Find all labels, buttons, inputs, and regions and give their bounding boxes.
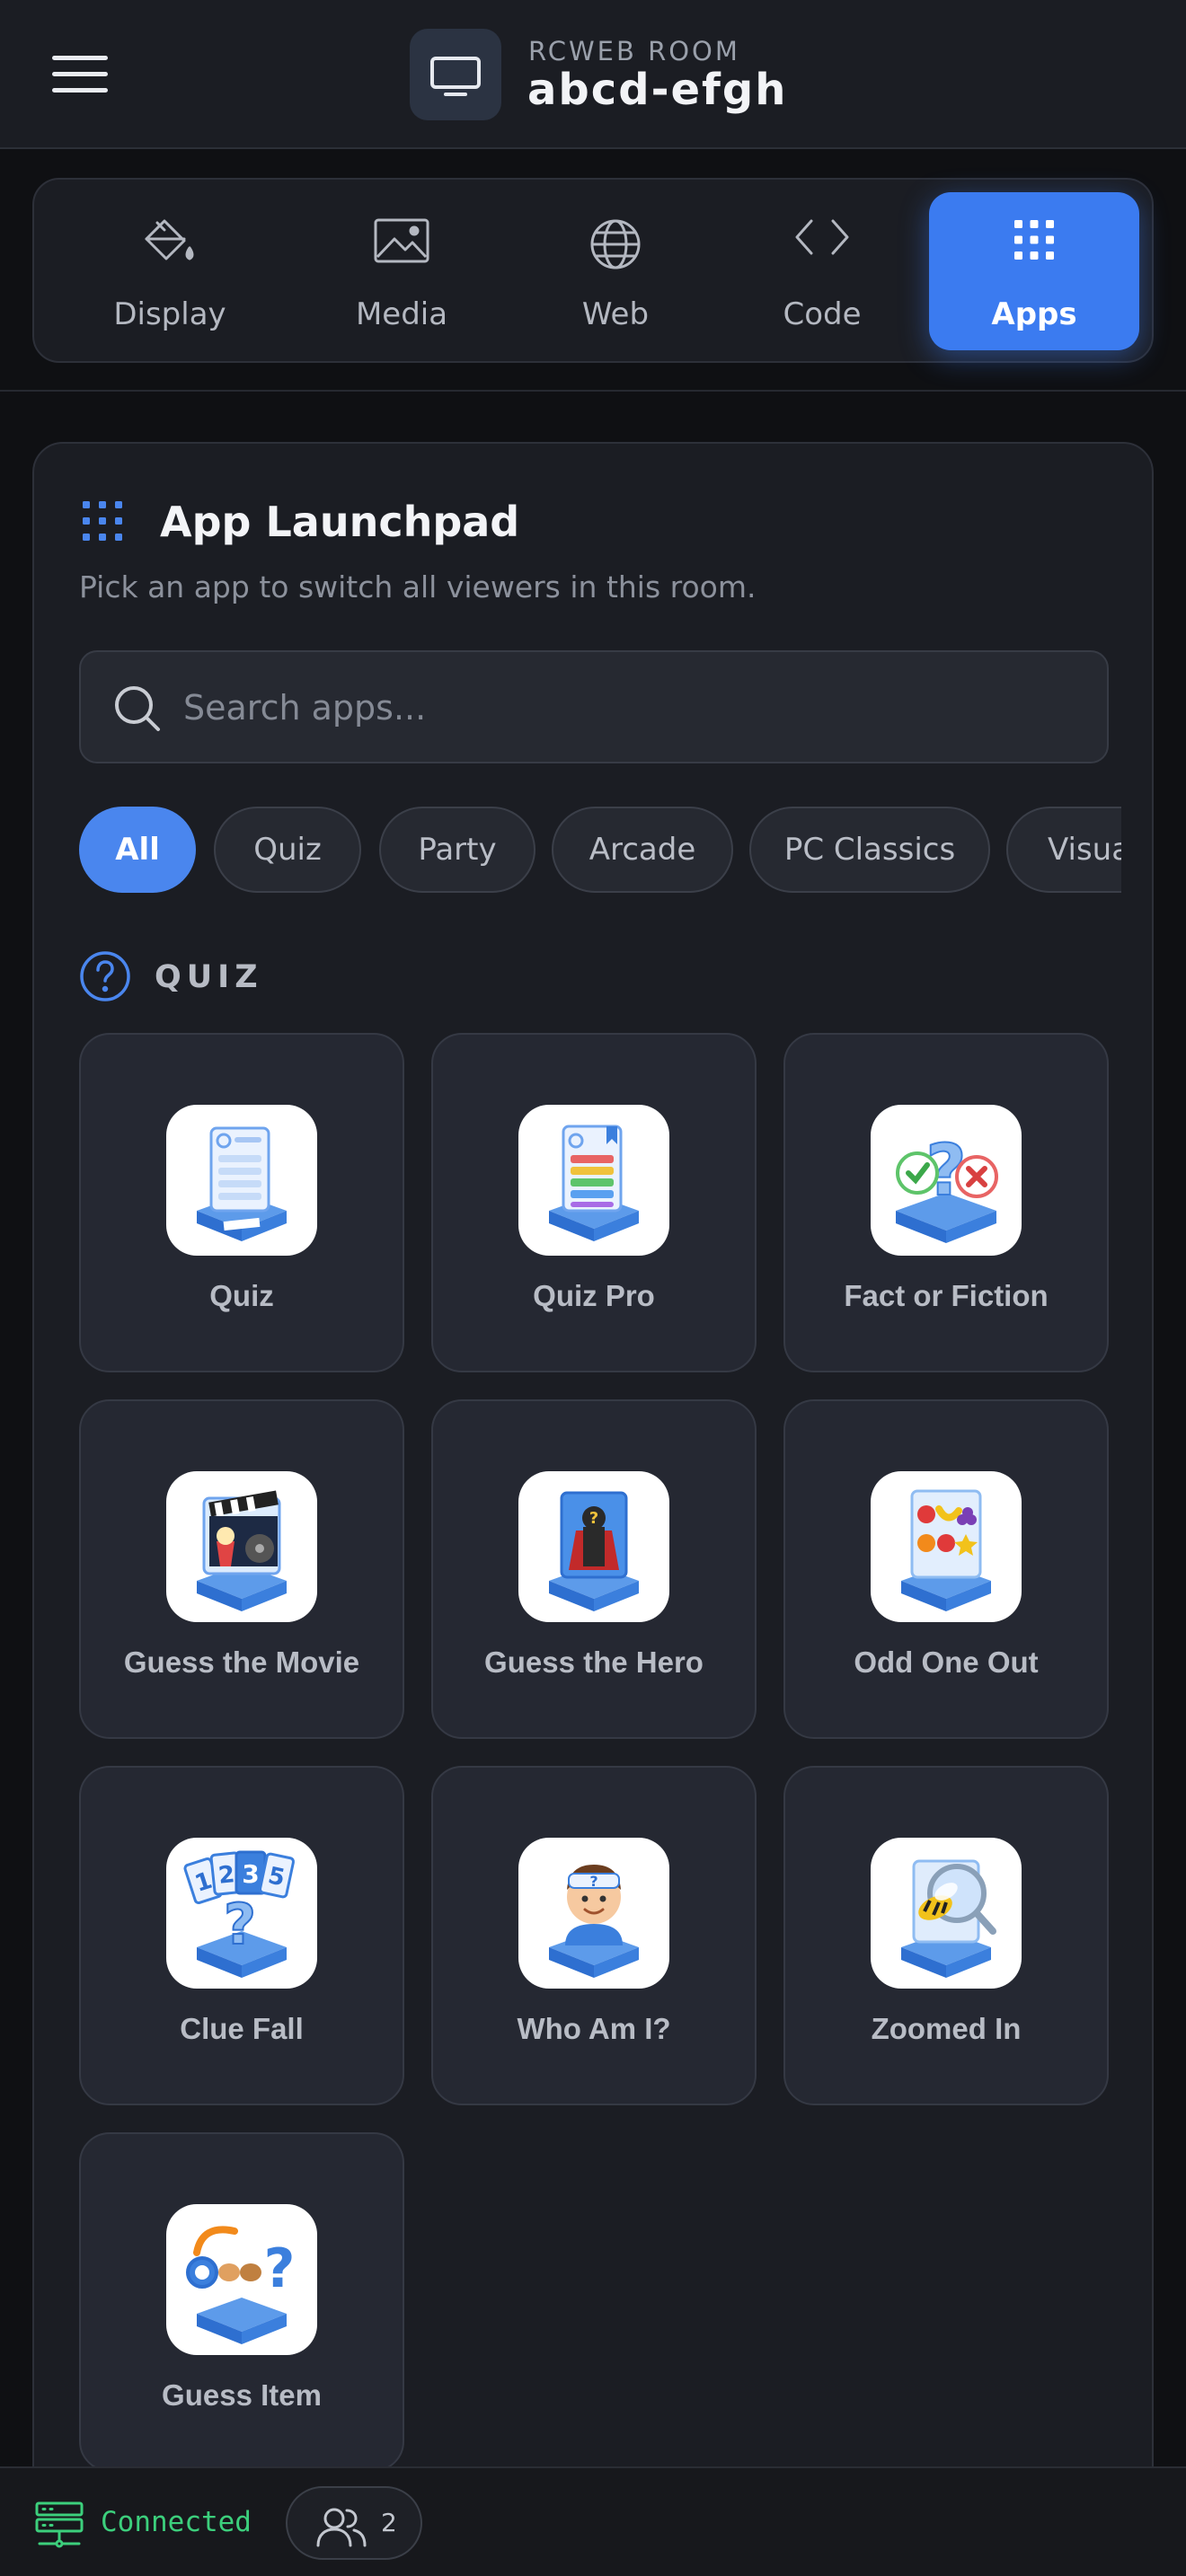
section-title: QUIZ <box>155 959 263 995</box>
app-name: Quiz <box>209 1279 274 1312</box>
connection-status: Connected <box>101 2506 252 2538</box>
code-icon <box>793 217 851 260</box>
hamburger-menu-icon[interactable] <box>52 56 108 95</box>
tab-label: Web <box>581 296 650 332</box>
app-name: Guess the Hero <box>484 1645 704 1679</box>
app-card-guess-the-movie[interactable]: Guess the Movie <box>79 1399 404 1739</box>
tab-label: Media <box>355 296 448 332</box>
users-icon <box>316 2508 367 2547</box>
image-icon <box>373 217 430 269</box>
tab-apps[interactable]: Apps <box>929 192 1139 350</box>
guess-item-icon: ? <box>166 2204 317 2355</box>
app-name: Guess the Movie <box>123 1645 360 1679</box>
svg-text:2: 2 <box>217 1861 236 1890</box>
room-label: RCWEB ROOM <box>528 36 740 66</box>
quiz-pro-icon <box>518 1105 669 1256</box>
chip-party[interactable]: Party <box>379 807 535 893</box>
users-count-pill[interactable]: 2 <box>286 2486 422 2560</box>
svg-text:?: ? <box>264 2237 296 2300</box>
server-icon <box>34 2501 84 2554</box>
svg-text:?: ? <box>589 1509 598 1528</box>
top-bar: RCWEB ROOM abcd-efgh <box>0 0 1186 149</box>
category-filter-chips: All Quiz Party Arcade PC Classics Visua <box>79 807 1121 896</box>
question-circle-icon <box>79 950 131 1006</box>
chip-all[interactable]: All <box>79 807 196 893</box>
panel-subtitle: Pick an app to switch all viewers in thi… <box>79 569 757 604</box>
tab-label: Apps <box>991 296 1077 332</box>
app-card-quiz[interactable]: Quiz <box>79 1033 404 1372</box>
svg-text:3: 3 <box>242 1859 259 1889</box>
grid-icon <box>1012 217 1057 266</box>
search-input[interactable] <box>183 670 1082 745</box>
app-card-zoomed-in[interactable]: Zoomed In <box>783 1766 1109 2105</box>
svg-text:?: ? <box>589 1873 597 1890</box>
globe-icon <box>589 217 642 275</box>
chip-visual[interactable]: Visua <box>1006 807 1121 893</box>
grid-icon <box>81 499 124 546</box>
room-name: abcd-efgh <box>527 65 788 115</box>
app-card-clue-fall[interactable]: 1 2 3 5 ? Clue Fall <box>79 1766 404 2105</box>
app-card-odd-one-out[interactable]: Odd One Out <box>783 1399 1109 1739</box>
svg-text:?: ? <box>224 1892 256 1957</box>
status-bar: Connected 2 <box>0 2466 1186 2576</box>
who-am-i-icon: ? <box>518 1838 669 1989</box>
app-name: Fact or Fiction <box>844 1279 1049 1312</box>
app-name: Odd One Out <box>854 1645 1039 1679</box>
search-icon <box>115 686 160 731</box>
app-name: Zoomed In <box>871 2012 1022 2045</box>
divider <box>0 390 1186 392</box>
app-card-who-am-i[interactable]: ? Who Am I? <box>431 1766 757 2105</box>
app-card-fact-or-fiction[interactable]: ? Fact or Fiction <box>783 1033 1109 1372</box>
tab-display[interactable]: Display <box>70 192 270 350</box>
chip-pc-classics[interactable]: PC Classics <box>749 807 990 893</box>
clue-fall-icon: 1 2 3 5 ? <box>166 1838 317 1989</box>
app-launchpad-panel: App Launchpad Pick an app to switch all … <box>32 442 1154 2576</box>
panel-title: App Launchpad <box>160 498 520 546</box>
tab-code[interactable]: Code <box>722 192 922 350</box>
app-name: Guess Item <box>162 2378 322 2412</box>
app-name: Clue Fall <box>180 2012 304 2045</box>
users-count: 2 <box>381 2508 397 2537</box>
tab-web[interactable]: Web <box>516 192 715 350</box>
app-card-quiz-pro[interactable]: Quiz Pro <box>431 1033 757 1372</box>
tab-media[interactable]: Media <box>302 192 501 350</box>
app-card-guess-item[interactable]: ? Guess Item <box>79 2132 404 2472</box>
app-name: Quiz Pro <box>533 1279 655 1312</box>
app-name: Who Am I? <box>517 2012 671 2045</box>
app-card-guess-the-hero[interactable]: ? Guess the Hero <box>431 1399 757 1739</box>
fact-or-fiction-icon: ? <box>871 1105 1022 1256</box>
guess-the-hero-icon: ? <box>518 1471 669 1622</box>
search-box <box>79 650 1109 763</box>
monitor-icon <box>410 29 501 120</box>
tab-label: Code <box>783 296 862 332</box>
guess-the-movie-icon <box>166 1471 317 1622</box>
zoomed-in-icon <box>871 1838 1022 1989</box>
chip-quiz[interactable]: Quiz <box>214 807 361 893</box>
chip-arcade[interactable]: Arcade <box>552 807 733 893</box>
paint-bucket-icon <box>141 217 199 273</box>
quiz-icon <box>166 1105 317 1256</box>
odd-one-out-icon <box>871 1471 1022 1622</box>
tab-label: Display <box>113 296 226 332</box>
mode-tab-bar: Display Media Web Code Apps <box>32 178 1154 363</box>
